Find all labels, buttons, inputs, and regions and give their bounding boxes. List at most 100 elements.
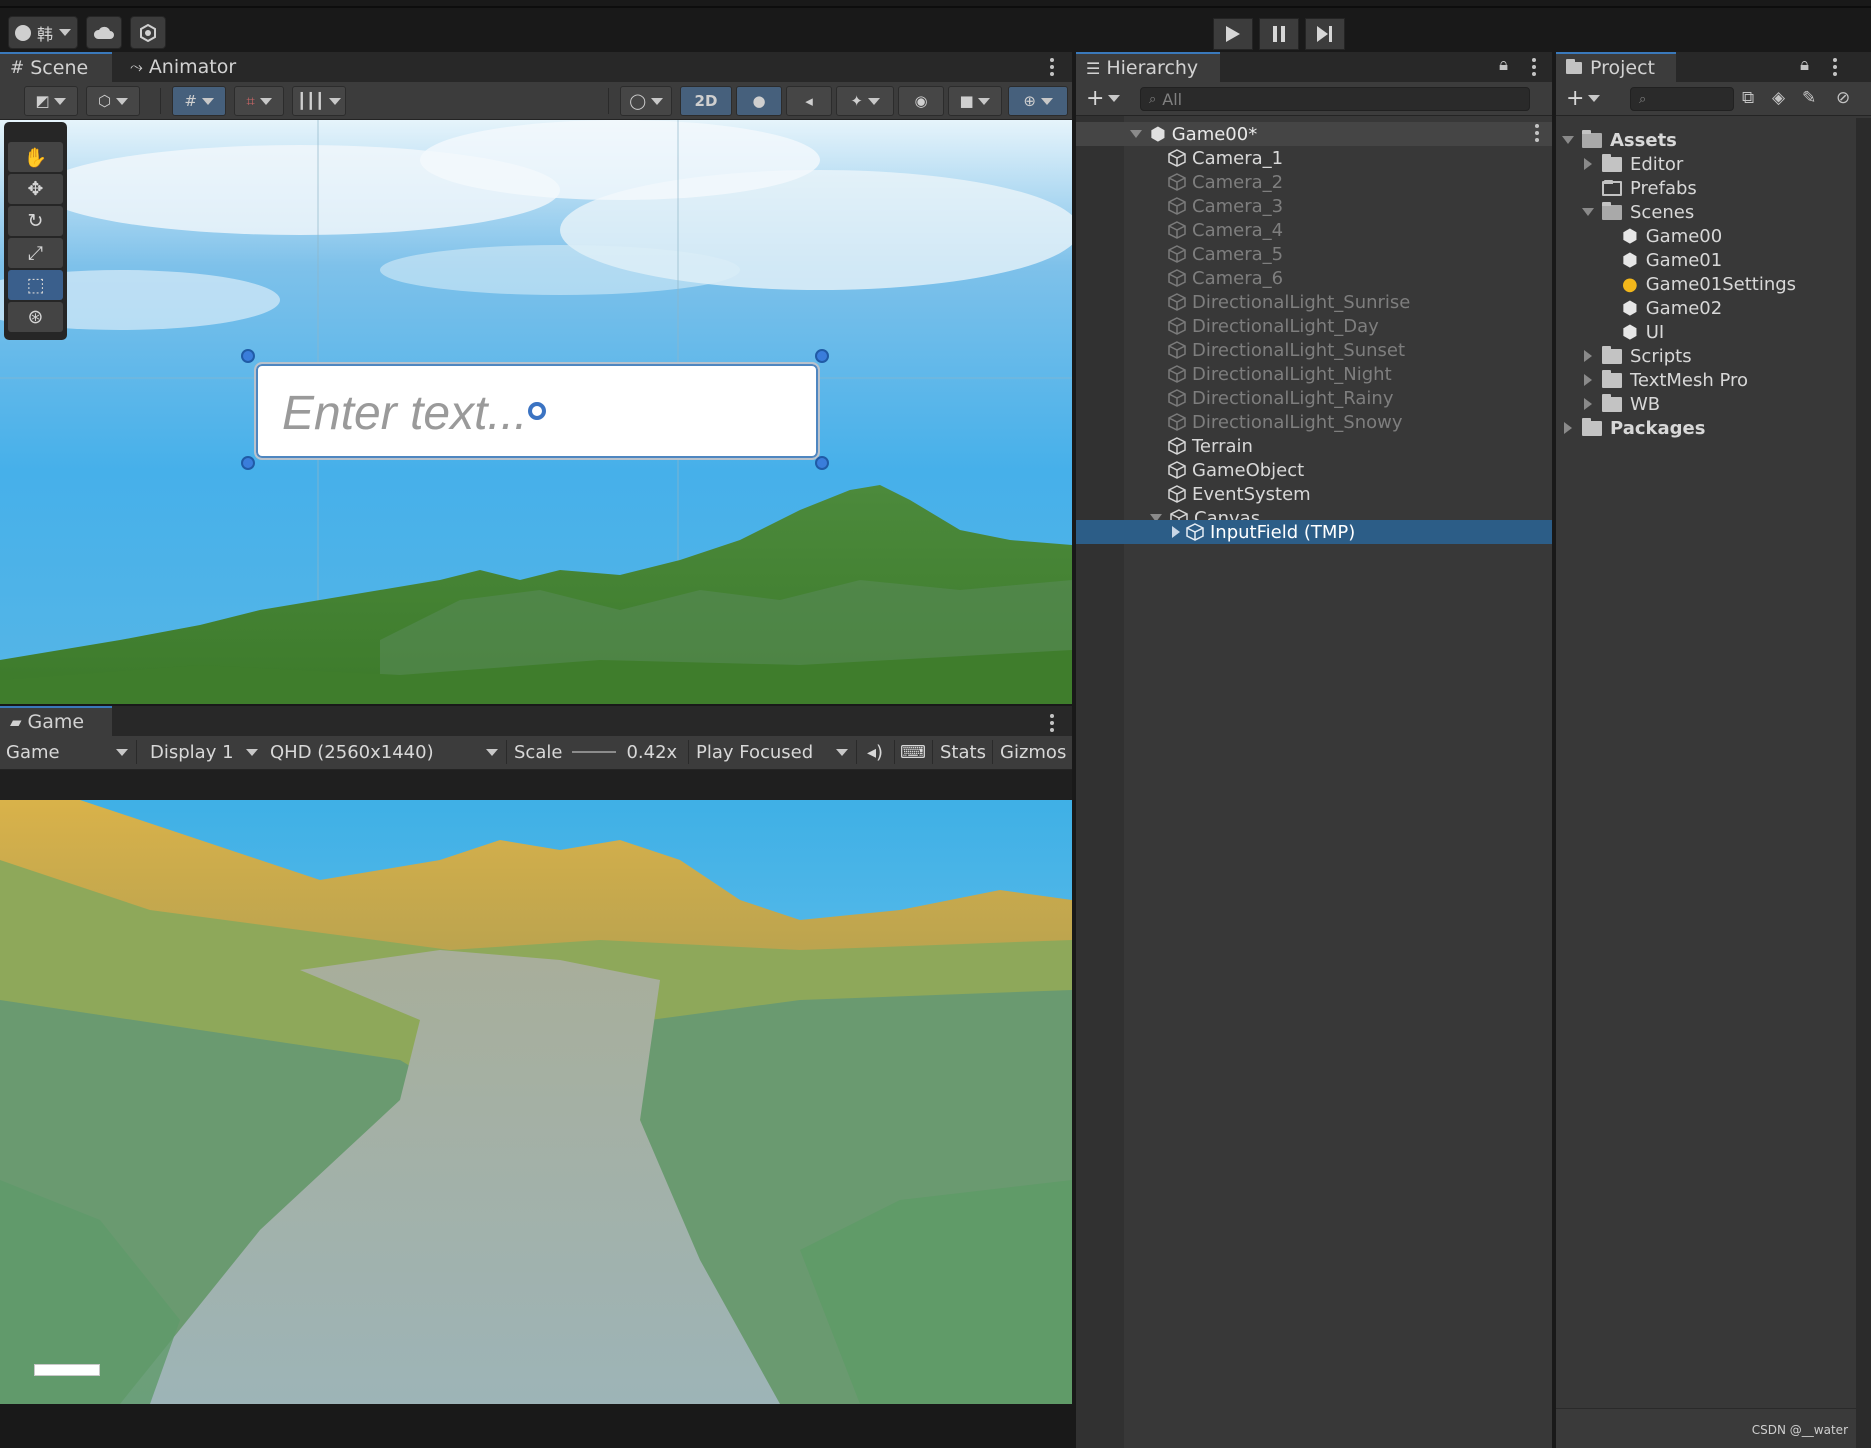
tab-project[interactable]: Project (1556, 52, 1676, 82)
project-row[interactable]: ⬢ Game02 (1556, 296, 1856, 320)
scale-track[interactable] (572, 751, 617, 753)
play-focused-select[interactable]: Play Focused (690, 736, 854, 768)
filter-label-icon[interactable]: ◈ (1772, 88, 1785, 108)
project-row[interactable]: WB (1556, 392, 1856, 416)
hierarchy-row[interactable]: Camera_1 (1076, 146, 1552, 170)
game-view-select[interactable]: Game (0, 736, 134, 768)
gizmos-button[interactable]: Gizmos (994, 736, 1072, 768)
resize-handle-tr[interactable] (815, 349, 829, 363)
hand-tool-icon[interactable]: ✋ (8, 142, 63, 172)
hierarchy-row[interactable]: DirectionalLight_Sunrise (1076, 290, 1552, 314)
tab-game[interactable]: ▰ Game (0, 706, 112, 736)
hierarchy-row[interactable]: Camera_2 (1076, 170, 1552, 194)
grid-snap-toggle[interactable]: # (172, 86, 226, 116)
project-row[interactable]: Packages (1556, 416, 1856, 440)
tab-hierarchy[interactable]: ☰ Hierarchy (1076, 52, 1220, 82)
hierarchy-menu-icon[interactable] (1531, 58, 1537, 76)
lock-icon[interactable]: 🔒︎ (1800, 55, 1809, 75)
tag-icon[interactable]: ✎ (1802, 88, 1816, 108)
hierarchy-row[interactable]: EventSystem (1076, 482, 1552, 506)
lock-icon[interactable]: 🔒︎ (1499, 55, 1508, 75)
hierarchy-row[interactable]: DirectionalLight_Night (1076, 362, 1552, 386)
stats-button[interactable]: Stats (934, 736, 992, 768)
keyboard-toggle[interactable]: ⌨ (896, 736, 930, 768)
game-menu-icon[interactable] (1049, 714, 1055, 732)
play-button[interactable] (1213, 18, 1253, 50)
project-row[interactable]: Scripts (1556, 344, 1856, 368)
resize-handle-bl[interactable] (241, 456, 255, 470)
project-row[interactable]: TextMesh Pro (1556, 368, 1856, 392)
filter-type-icon[interactable]: ⧉ (1742, 88, 1754, 108)
toggle-2d[interactable]: 2D (680, 86, 732, 116)
project-row[interactable]: ⬢ Game01 (1556, 248, 1856, 272)
visibility-toggle[interactable]: ◉ (898, 86, 944, 116)
project-scrollbar[interactable] (1856, 118, 1871, 1448)
render-mode-dropdown[interactable]: ⬡ (86, 86, 140, 116)
project-row[interactable]: Assets (1556, 128, 1856, 152)
hidden-packages-icon[interactable]: ⊘ (1836, 88, 1850, 108)
transform-tool-icon[interactable]: ⊛ (8, 302, 63, 332)
account-dropdown[interactable]: 韩 (8, 16, 78, 49)
scale-slider[interactable]: Scale 0.42x (508, 736, 684, 768)
scene-menu-kebab-icon[interactable] (1534, 124, 1540, 142)
collapse-arrow-icon[interactable] (1130, 130, 1142, 138)
pivot-handle[interactable] (528, 402, 546, 420)
input-field-preview[interactable]: Enter text... (254, 362, 820, 460)
hierarchy-row[interactable]: DirectionalLight_Sunset (1076, 338, 1552, 362)
project-create-button[interactable]: + (1560, 82, 1601, 114)
hierarchy-search-input[interactable]: ⌕ All (1140, 87, 1530, 111)
scene-root-row[interactable]: ⬢ Game00* (1076, 122, 1552, 146)
orientation-dropdown[interactable]: ◯ (620, 86, 672, 116)
hierarchy-row[interactable]: Camera_5 (1076, 242, 1552, 266)
resize-handle-tl[interactable] (241, 349, 255, 363)
project-row[interactable]: ⬢ Game00 (1556, 224, 1856, 248)
audio-toggle[interactable]: ◂ (786, 86, 832, 116)
draw-mode-dropdown[interactable]: ◩ (24, 86, 78, 116)
hierarchy-row[interactable]: DirectionalLight_Snowy (1076, 410, 1552, 434)
tab-animator[interactable]: ⤳ Animator (120, 52, 246, 82)
project-search-input[interactable]: ⌕ (1630, 87, 1734, 111)
mute-audio-toggle[interactable]: ◂) (858, 736, 892, 768)
project-row[interactable]: Scenes (1556, 200, 1856, 224)
rect-tool-icon[interactable]: ⬚ (8, 270, 63, 300)
resize-handle-br[interactable] (815, 456, 829, 470)
hierarchy-selected-row[interactable]: InputField (TMP) (1076, 520, 1552, 544)
scale-tool-icon[interactable]: ⤢ (8, 238, 63, 268)
move-tool-icon[interactable]: ✥ (8, 174, 63, 204)
expand-arrow-icon[interactable] (1584, 374, 1592, 386)
step-button[interactable] (1305, 18, 1345, 50)
hierarchy-row[interactable]: GameObject (1076, 458, 1552, 482)
input-field-ingame[interactable] (34, 1364, 100, 1376)
expand-arrow-icon[interactable] (1584, 398, 1592, 410)
resolution-select[interactable]: QHD (2560x1440) (264, 736, 504, 768)
hierarchy-row[interactable]: Camera_4 (1076, 218, 1552, 242)
hierarchy-row[interactable]: DirectionalLight_Rainy (1076, 386, 1552, 410)
hierarchy-row[interactable]: Camera_3 (1076, 194, 1552, 218)
collab-button[interactable] (130, 16, 166, 49)
pause-button[interactable] (1259, 18, 1299, 50)
tab-scene[interactable]: # Scene (0, 52, 112, 82)
camera-dropdown[interactable]: ■ (948, 86, 1002, 116)
project-row[interactable]: ⬢ UI (1556, 320, 1856, 344)
game-view[interactable] (0, 800, 1072, 1404)
hierarchy-row[interactable]: Camera_6 (1076, 266, 1552, 290)
expand-arrow-icon[interactable] (1564, 422, 1572, 434)
scene-view[interactable]: Enter text... (0, 120, 1072, 704)
ruler-toggle[interactable]: ┃┃┃ (292, 86, 346, 116)
expand-arrow-icon[interactable] (1584, 350, 1592, 362)
rotate-tool-icon[interactable]: ↻ (8, 206, 63, 236)
hierarchy-row[interactable]: DirectionalLight_Day (1076, 314, 1552, 338)
lighting-toggle[interactable]: ● (736, 86, 782, 116)
display-select[interactable]: Display 1 (144, 736, 264, 768)
gizmos-dropdown[interactable]: ⊕ (1008, 86, 1068, 116)
increment-snap-toggle[interactable]: ⌗ (234, 86, 284, 116)
effects-dropdown[interactable]: ✦ (836, 86, 894, 116)
project-row[interactable]: Prefabs (1556, 176, 1856, 200)
project-menu-icon[interactable] (1832, 58, 1838, 76)
create-button[interactable]: + (1080, 82, 1121, 114)
project-row[interactable]: ● Game01Settings (1556, 272, 1856, 296)
expand-arrow-icon[interactable] (1584, 158, 1592, 170)
cloud-button[interactable] (86, 16, 122, 49)
collapse-arrow-icon[interactable] (1582, 208, 1594, 216)
scene-menu-icon[interactable] (1049, 58, 1055, 76)
